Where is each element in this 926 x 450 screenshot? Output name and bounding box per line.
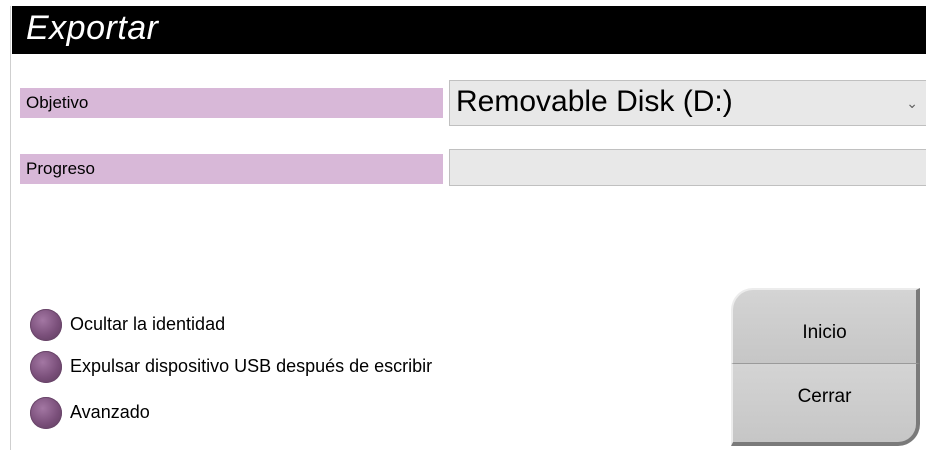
progress-label: Progreso	[20, 154, 443, 184]
start-button[interactable]: Inicio	[731, 288, 920, 364]
title-bar: Exportar	[12, 6, 926, 54]
target-select-value: Removable Disk (D:)	[456, 85, 733, 118]
option-label: Avanzado	[70, 402, 150, 422]
target-label: Objetivo	[20, 88, 443, 118]
progress-bar	[449, 149, 926, 186]
option-label: Expulsar dispositivo USB después de escr…	[70, 356, 433, 376]
radio-button-icon[interactable]	[30, 397, 62, 429]
dialog-left-border	[10, 6, 11, 450]
export-dialog: Exportar Objetivo Removable Disk (D:) ⌄ …	[0, 0, 926, 450]
chevron-down-icon: ⌄	[906, 95, 918, 111]
close-button[interactable]: Cerrar	[731, 364, 920, 446]
radio-button-icon[interactable]	[30, 351, 62, 383]
option-label: Ocultar la identidad	[70, 314, 226, 334]
action-button-panel: Inicio Cerrar	[731, 288, 926, 450]
radio-button-icon[interactable]	[30, 309, 62, 341]
target-select[interactable]: Removable Disk (D:) ⌄	[449, 80, 926, 126]
dialog-title: Exportar	[26, 9, 159, 47]
